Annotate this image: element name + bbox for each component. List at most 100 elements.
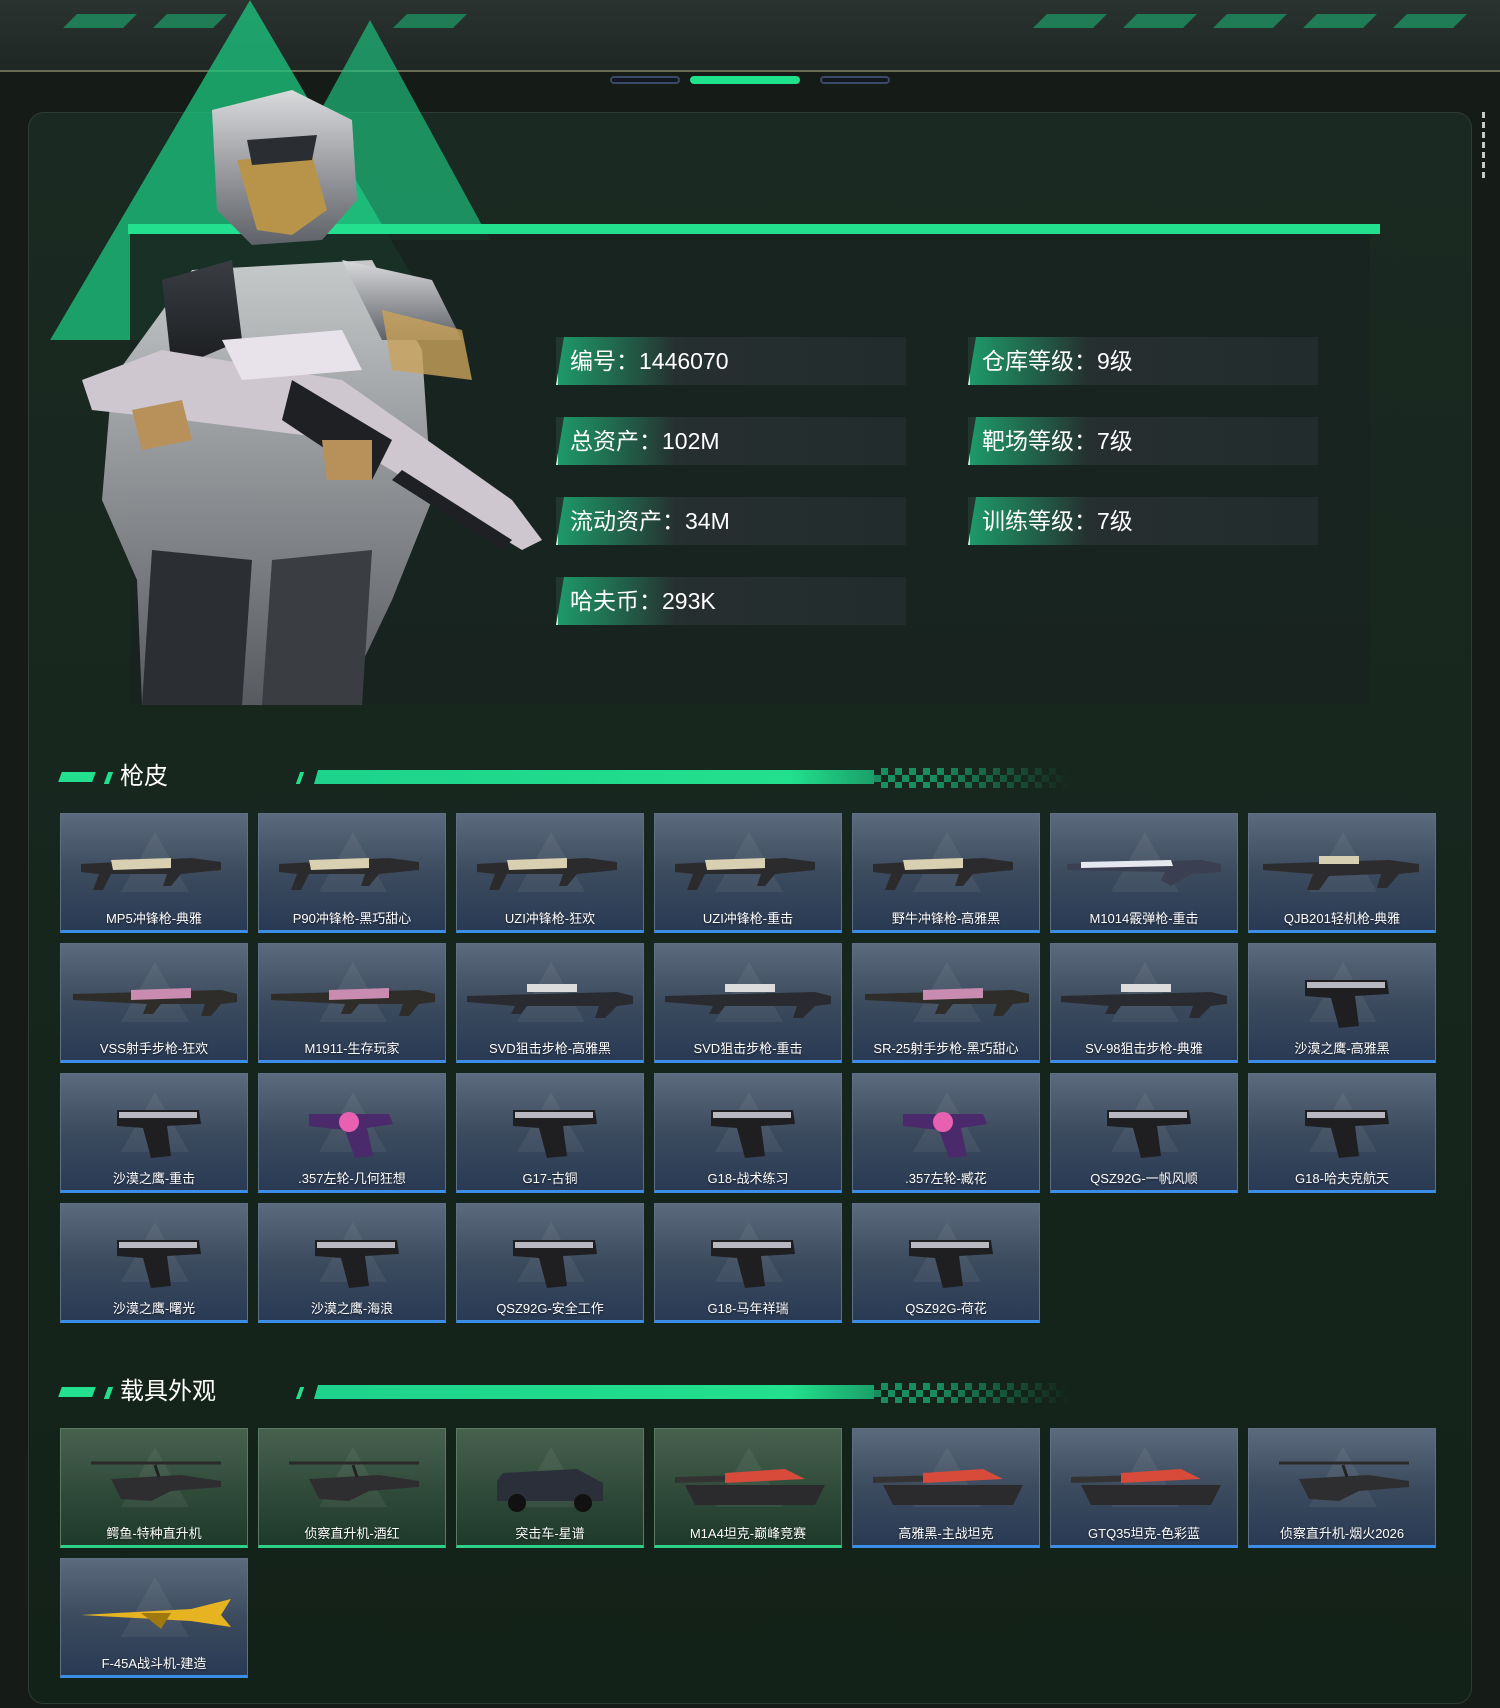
section-title-vehicles: 载具外观 <box>120 1378 216 1405</box>
skin-card[interactable]: VSS射手步枪-狂欢 <box>60 943 248 1063</box>
skin-name: .357左轮-几何狂想 <box>298 1171 406 1186</box>
skin-card[interactable]: G18-哈夫克航天 <box>1248 1073 1436 1193</box>
stat-range-level: 靶场等级：7级 <box>968 417 1318 465</box>
stat-id: 编号：1446070 <box>556 337 906 385</box>
vehicle-name: 高雅黑-主战坦克 <box>898 1526 994 1541</box>
pistol-icon <box>909 1240 993 1288</box>
skin-name: .357左轮-臧花 <box>905 1171 987 1186</box>
skin-card[interactable]: M1911-生存玩家 <box>258 943 446 1063</box>
ornament-pill <box>610 76 680 84</box>
skin-name: G18-马年祥瑞 <box>707 1301 789 1316</box>
skin-card[interactable]: 沙漠之鹰-重击 <box>60 1073 248 1193</box>
header-stripe <box>153 14 227 28</box>
skin-name: SVD狙击步枪-重击 <box>693 1041 803 1056</box>
stat-liquid-assets-text: 流动资产：34M <box>570 508 730 534</box>
stat-warehouse-level-text: 仓库等级：9级 <box>982 348 1133 374</box>
skin-card[interactable]: SR-25射手步枪-黑巧甜心 <box>852 943 1040 1063</box>
section-header-skins: 枪皮 <box>58 762 1070 792</box>
stat-id-text: 编号：1446070 <box>570 348 729 374</box>
helicopter-icon <box>1279 1461 1409 1501</box>
skin-name: 沙漠之鹰-海浪 <box>310 1301 394 1316</box>
vehicle-name: 鳄鱼-特种直升机 <box>106 1526 202 1541</box>
skin-card[interactable]: MP5冲锋枪-典雅 <box>60 813 248 933</box>
skin-name: QJB201轻机枪-典雅 <box>1283 911 1401 926</box>
pistol-icon <box>513 1110 597 1158</box>
smg-icon <box>873 858 1013 890</box>
armored-car-icon <box>497 1469 603 1512</box>
section-title-skins: 枪皮 <box>120 763 168 790</box>
pistol-icon <box>1305 1110 1389 1158</box>
skin-card[interactable]: UZI冲锋枪-狂欢 <box>456 813 644 933</box>
skin-name: M1014霰弹枪-重击 <box>1089 911 1199 926</box>
stat-haf-coin: 哈夫币：293K <box>556 577 906 625</box>
skin-card[interactable]: M1014霰弹枪-重击 <box>1050 813 1238 933</box>
jet-icon <box>81 1599 231 1629</box>
skin-card[interactable]: .357左轮-几何狂想 <box>258 1073 446 1193</box>
skin-card[interactable]: .357左轮-臧花 <box>852 1073 1040 1193</box>
header-stripe <box>63 14 137 28</box>
skin-name: VSS射手步枪-狂欢 <box>99 1041 209 1056</box>
vehicle-card[interactable]: 突击车-星谱 <box>456 1428 644 1548</box>
skin-card[interactable]: QSZ92G-荷花 <box>852 1203 1040 1323</box>
vehicle-card[interactable]: F-45A战斗机-建造 <box>60 1558 248 1678</box>
skin-name: G18-哈夫克航天 <box>1295 1171 1389 1186</box>
skin-card[interactable]: G17-古铜 <box>456 1073 644 1193</box>
helicopter-icon <box>289 1461 419 1501</box>
skin-name: 沙漠之鹰-重击 <box>112 1171 196 1186</box>
revolver-icon <box>903 1112 987 1158</box>
pistol-icon <box>711 1240 795 1288</box>
skin-name: QSZ92G-安全工作 <box>496 1301 604 1316</box>
skin-card[interactable]: SVD狙击步枪-重击 <box>654 943 842 1063</box>
stat-warehouse-level: 仓库等级：9级 <box>968 337 1318 385</box>
skin-card[interactable]: P90冲锋枪-黑巧甜心 <box>258 813 446 933</box>
skin-name: UZI冲锋枪-狂欢 <box>504 911 596 926</box>
skin-name: SVD狙击步枪-高雅黑 <box>488 1041 612 1056</box>
skin-card[interactable]: G18-战术练习 <box>654 1073 842 1193</box>
header-stripe <box>1033 14 1107 28</box>
helicopter-icon <box>91 1461 221 1501</box>
skin-card[interactable]: 沙漠之鹰-曙光 <box>60 1203 248 1323</box>
pistol-icon <box>315 1240 399 1288</box>
stat-training-level-text: 训练等级：7级 <box>982 508 1133 534</box>
stat-total-assets: 总资产：102M <box>556 417 906 465</box>
sniper-icon <box>467 984 633 1018</box>
vehicle-card[interactable]: 侦察直升机-烟火2026 <box>1248 1428 1436 1548</box>
skin-card[interactable]: 沙漠之鹰-高雅黑 <box>1248 943 1436 1063</box>
rifle-icon <box>73 988 237 1016</box>
skin-card[interactable]: G18-马年祥瑞 <box>654 1203 842 1323</box>
header-stripe <box>1213 14 1287 28</box>
tank-icon <box>1071 1469 1221 1505</box>
smg-icon <box>477 858 617 890</box>
skin-name: MP5冲锋枪-典雅 <box>105 911 203 926</box>
stat-liquid-assets: 流动资产：34M <box>556 497 906 545</box>
pistol-icon <box>117 1110 201 1158</box>
skin-card[interactable]: QSZ92G-安全工作 <box>456 1203 644 1323</box>
skin-card[interactable]: SV-98狙击步枪-典雅 <box>1050 943 1238 1063</box>
vehicle-card[interactable]: GTQ35坦克-色彩蓝 <box>1050 1428 1238 1548</box>
skin-name: G17-古铜 <box>522 1171 578 1186</box>
vehicle-card[interactable]: M1A4坦克-巅峰竞赛 <box>654 1428 842 1548</box>
lmg-icon <box>1263 856 1419 890</box>
skin-card[interactable]: QJB201轻机枪-典雅 <box>1248 813 1436 933</box>
vehicle-name: GTQ35坦克-色彩蓝 <box>1088 1526 1200 1541</box>
vehicle-name: M1A4坦克-巅峰竞赛 <box>689 1526 807 1541</box>
section-header-vehicles: 载具外观 <box>58 1377 1070 1407</box>
stat-range-level-text: 靶场等级：7级 <box>982 428 1133 454</box>
skin-card[interactable]: 野牛冲锋枪-高雅黑 <box>852 813 1040 933</box>
skin-card[interactable]: 沙漠之鹰-海浪 <box>258 1203 446 1323</box>
vehicle-card[interactable]: 侦察直升机-酒红 <box>258 1428 446 1548</box>
side-decoration <box>1482 112 1486 182</box>
skin-name: SR-25射手步枪-黑巧甜心 <box>873 1041 1019 1056</box>
skin-name: SV-98狙击步枪-典雅 <box>1085 1041 1203 1056</box>
skin-card[interactable]: UZI冲锋枪-重击 <box>654 813 842 933</box>
skin-card[interactable]: SVD狙击步枪-高雅黑 <box>456 943 644 1063</box>
vehicle-card[interactable]: 鳄鱼-特种直升机 <box>60 1428 248 1548</box>
skin-card[interactable]: QSZ92G-一帆风顺 <box>1050 1073 1238 1193</box>
tank-icon <box>675 1469 825 1505</box>
ornament-pill <box>690 76 800 84</box>
vehicle-card[interactable]: 高雅黑-主战坦克 <box>852 1428 1040 1548</box>
stat-haf-coin-text: 哈夫币：293K <box>570 588 716 614</box>
tank-icon <box>873 1469 1023 1505</box>
vehicle-name: 侦察直升机-酒红 <box>304 1526 400 1541</box>
header-stripe <box>1393 14 1467 28</box>
